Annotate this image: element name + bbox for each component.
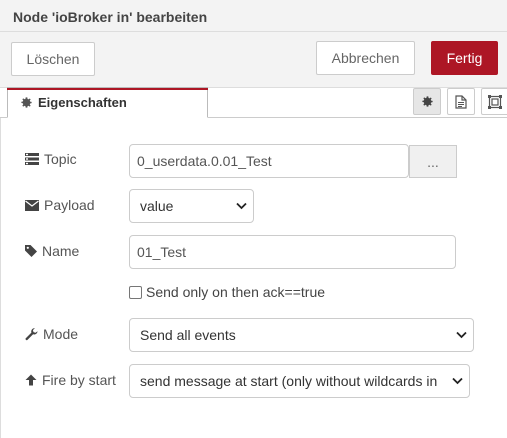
payload-label-text: Payload <box>44 197 95 213</box>
chevron-down-icon <box>456 331 467 339</box>
wrench-icon <box>25 327 38 340</box>
tab-properties-label: Eigenschaften <box>38 95 127 110</box>
tab-properties[interactable]: Eigenschaften <box>7 87 208 118</box>
delete-button[interactable]: Löschen <box>11 42 95 76</box>
chevron-down-icon <box>452 377 463 385</box>
fire-by-start-label: Fire by start <box>25 372 116 388</box>
arrow-up-icon <box>25 374 37 386</box>
fire-by-start-select[interactable]: send message at start (only without wild… <box>129 364 470 398</box>
chevron-down-icon <box>236 202 247 210</box>
name-label-text: Name <box>42 243 80 259</box>
name-input[interactable]: 01_Test <box>129 235 456 269</box>
tab-bar: Eigenschaften <box>0 87 507 118</box>
gear-icon <box>421 96 433 107</box>
description-tab-button[interactable] <box>447 88 475 115</box>
button-bar: Löschen Abbrechen Fertig <box>0 32 507 88</box>
cancel-button[interactable]: Abbrechen <box>316 41 415 75</box>
object-group-icon <box>488 94 502 109</box>
name-label: Name <box>25 243 79 259</box>
gear-icon <box>21 97 32 108</box>
active-tab-indicator <box>7 88 208 90</box>
envelope-icon <box>25 199 39 211</box>
ack-checkbox-label: Send only on then ack==true <box>146 284 326 300</box>
fire-by-start-select-value: send message at start (only without wild… <box>140 373 438 389</box>
ack-checkbox-row: Send only on then ack==true <box>129 284 325 300</box>
topic-label: Topic <box>25 151 77 167</box>
file-text-icon <box>455 94 467 109</box>
appearance-tab-button[interactable] <box>481 88 507 115</box>
panel-divider <box>0 118 1 438</box>
tag-icon <box>25 245 37 257</box>
tasks-icon <box>25 153 39 165</box>
payload-select[interactable]: value <box>129 189 254 223</box>
payload-label: Payload <box>25 197 95 213</box>
ack-checkbox[interactable] <box>129 285 142 299</box>
payload-select-value: value <box>140 198 174 214</box>
mode-label: Mode <box>25 326 78 342</box>
settings-tab-button[interactable] <box>413 88 441 115</box>
topic-label-text: Topic <box>44 151 77 167</box>
dialog-title: Node 'ioBroker in' bearbeiten <box>13 9 208 25</box>
topic-input[interactable]: 0_userdata.0.01_Test <box>129 144 409 178</box>
mode-label-text: Mode <box>43 326 79 342</box>
properties-panel: Topic 0_userdata.0.01_Test ... Payload v… <box>0 118 507 438</box>
dialog-header: Node 'ioBroker in' bearbeiten <box>0 0 507 32</box>
fire-by-start-label-text: Fire by start <box>42 372 116 388</box>
topic-browse-button[interactable]: ... <box>409 145 457 178</box>
mode-select-value: Send all events <box>140 327 236 343</box>
mode-select[interactable]: Send all events <box>129 318 474 352</box>
done-button[interactable]: Fertig <box>431 41 498 75</box>
